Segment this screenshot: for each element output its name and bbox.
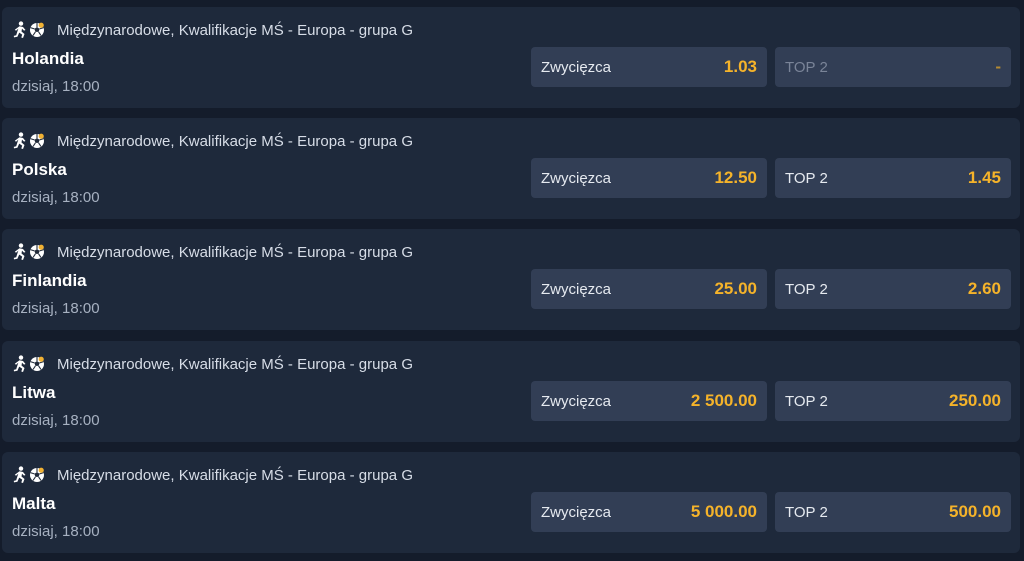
league-row: Międzynarodowe, Kwalifikacje MŚ - Europa… [12,131,413,151]
league-row: Międzynarodowe, Kwalifikacje MŚ - Europa… [12,242,413,262]
team-name[interactable]: Holandia [12,49,84,69]
league-row: Międzynarodowe, Kwalifikacje MŚ - Europa… [12,354,413,374]
odd-value: 25.00 [714,279,757,298]
team-name[interactable]: Finlandia [12,271,87,291]
odd-value: 2 500.00 [690,391,757,410]
event-time: dzisiaj, 18:00 [12,412,100,429]
top2-odd-button[interactable]: TOP 2 250.00 [775,381,1011,421]
team-name[interactable]: Malta [12,494,55,514]
odd-value: 2.60 [967,279,1001,298]
league-name: Międzynarodowe, Kwalifikacje MŚ - Europa… [57,21,413,39]
winner-odd-button[interactable]: Zwycięzca 5 000.00 [531,492,767,532]
event-card[interactable]: Międzynarodowe, Kwalifikacje MŚ - Europa… [2,118,1020,219]
event-time: dzisiaj, 18:00 [12,523,100,540]
top2-odd-button[interactable]: TOP 2 1.45 [775,158,1011,198]
odd-value: 1.45 [967,168,1001,187]
event-card[interactable]: Międzynarodowe, Kwalifikacje MŚ - Europa… [2,229,1020,330]
league-name: Międzynarodowe, Kwalifikacje MŚ - Europa… [57,132,413,150]
winner-odd-button[interactable]: Zwycięzca 25.00 [531,269,767,309]
player-kick-icon [13,21,26,38]
odd-value: 1.03 [723,57,757,76]
league-row: Międzynarodowe, Kwalifikacje MŚ - Europa… [12,20,413,40]
soccer-ball-icon [30,22,44,37]
odd-label: TOP 2 [785,503,828,521]
player-kick-icon [13,243,26,260]
odd-label: TOP 2 [785,169,828,187]
soccer-ball-icon [30,467,44,482]
odd-value: 500.00 [949,502,1001,521]
sport-icons [12,243,48,261]
top2-odd-button: TOP 2 - [775,47,1011,87]
league-name: Międzynarodowe, Kwalifikacje MŚ - Europa… [57,355,413,373]
sport-icons [12,132,48,150]
event-card[interactable]: Międzynarodowe, Kwalifikacje MŚ - Europa… [2,7,1020,108]
odd-label: TOP 2 [785,392,828,410]
league-row: Międzynarodowe, Kwalifikacje MŚ - Europa… [12,465,413,485]
odd-label: Zwycięzca [541,392,612,410]
league-name: Międzynarodowe, Kwalifikacje MŚ - Europa… [57,243,413,261]
soccer-ball-icon [30,244,44,259]
odd-label: TOP 2 [785,280,828,298]
top2-odd-button[interactable]: TOP 2 500.00 [775,492,1011,532]
top2-odd-button[interactable]: TOP 2 2.60 [775,269,1011,309]
odd-value: 5 000.00 [690,502,757,521]
odd-label: Zwycięzca [541,169,612,187]
event-time: dzisiaj, 18:00 [12,300,100,317]
league-name: Międzynarodowe, Kwalifikacje MŚ - Europa… [57,466,413,484]
winner-odd-button[interactable]: Zwycięzca 1.03 [531,47,767,87]
odd-label: Zwycięzca [541,58,612,76]
team-name[interactable]: Polska [12,160,67,180]
odd-label: TOP 2 [785,58,828,76]
odd-label: Zwycięzca [541,503,612,521]
player-kick-icon [13,355,26,372]
soccer-ball-icon [30,356,44,371]
odd-value: - [995,57,1001,76]
team-name[interactable]: Litwa [12,383,55,403]
odd-label: Zwycięzca [541,280,612,298]
player-kick-icon [13,466,26,483]
sport-icons [12,466,48,484]
event-time: dzisiaj, 18:00 [12,189,100,206]
odd-value: 250.00 [949,391,1001,410]
winner-odd-button[interactable]: Zwycięzca 2 500.00 [531,381,767,421]
event-card[interactable]: Międzynarodowe, Kwalifikacje MŚ - Europa… [2,341,1020,442]
event-card[interactable]: Międzynarodowe, Kwalifikacje MŚ - Europa… [2,452,1020,553]
event-list: Międzynarodowe, Kwalifikacje MŚ - Europa… [0,0,1024,561]
player-kick-icon [13,132,26,149]
event-time: dzisiaj, 18:00 [12,78,100,95]
sport-icons [12,355,48,373]
sport-icons [12,21,48,39]
winner-odd-button[interactable]: Zwycięzca 12.50 [531,158,767,198]
odd-value: 12.50 [714,168,757,187]
soccer-ball-icon [30,133,44,148]
